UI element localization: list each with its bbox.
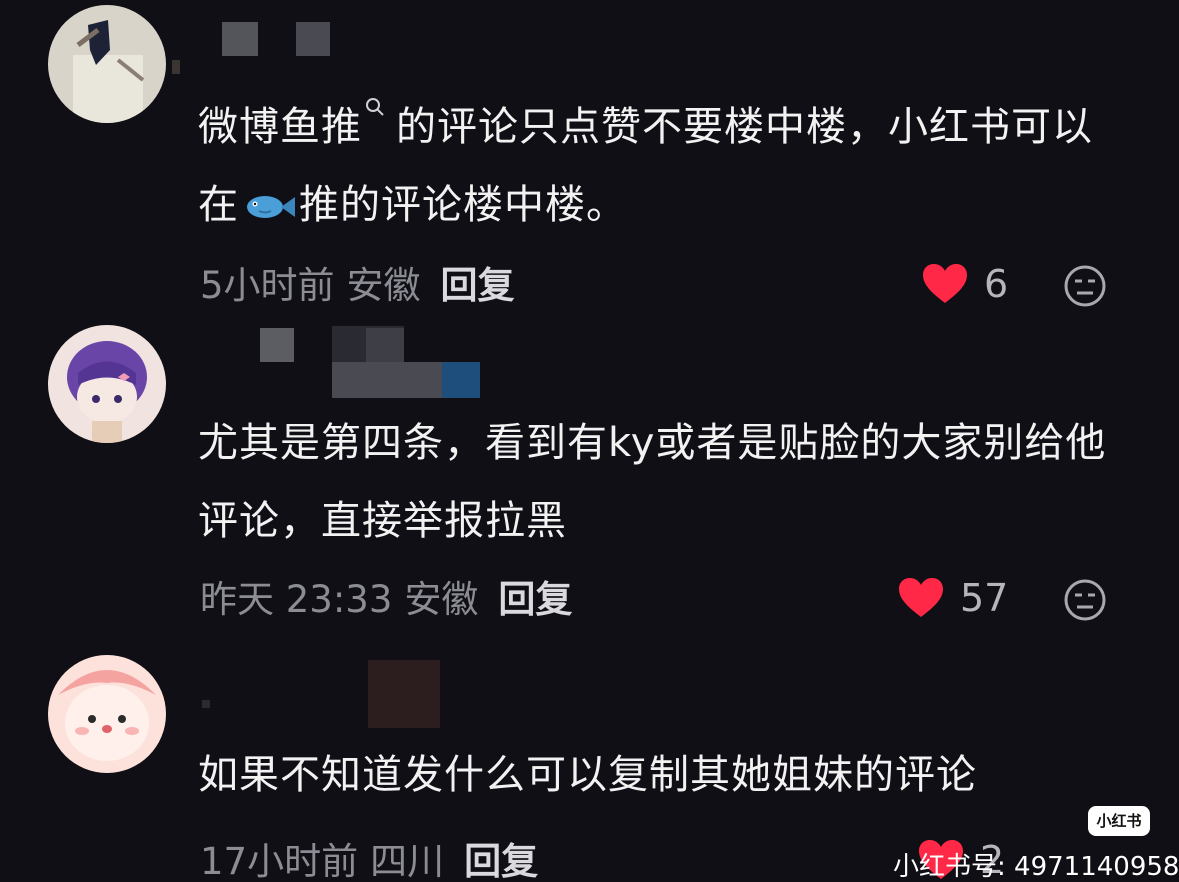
comment-meta: 5小时前 安徽 回复 (200, 264, 515, 308)
search-icon[interactable] (364, 96, 386, 118)
redacted-username (296, 22, 330, 56)
dislike-button[interactable] (1063, 264, 1107, 308)
redacted-mark (202, 700, 210, 708)
redacted-username (260, 328, 294, 362)
comment-location: 安徽 (346, 264, 421, 307)
heart-icon (923, 264, 967, 303)
watermark-text: 小红书号: 4971140958O (893, 852, 1179, 882)
comment-feed: 微博鱼推 的评论只点赞不要楼中楼，小红书可以在 推的评论楼中楼。 5小时前 安徽 回复 … (0, 0, 1179, 882)
avatar[interactable] (48, 325, 166, 443)
comment-meta: 17小时前 四川 回复 (200, 840, 538, 882)
neutral-face-icon (1064, 579, 1106, 621)
reply-button[interactable]: 回复 (498, 578, 572, 621)
comment-location: 四川 (370, 840, 445, 882)
avatar[interactable] (48, 5, 166, 123)
comment-time: 5小时前 (200, 264, 335, 307)
heart-icon (899, 578, 943, 617)
comment-text: 尤其是第四条，看到有ky或者是贴脸的大家别给他评论，直接举报拉黑 (198, 420, 1107, 544)
neutral-face-icon (1064, 265, 1106, 307)
comment-text: 如果不知道发什么可以复制其她姐妹的评论 (198, 752, 977, 798)
like-count: 57 (960, 576, 1009, 620)
avatar[interactable] (48, 655, 166, 773)
comment-text: 微博鱼推 的评论只点赞不要楼中楼，小红书可以在 推的评论楼中楼。 (198, 88, 1128, 244)
like-button[interactable]: 6 (922, 262, 1008, 306)
redacted-username (442, 362, 480, 398)
like-button[interactable]: 57 (898, 576, 1008, 620)
redacted-username (222, 22, 258, 56)
comment-meta: 昨天 23:33 安徽 回复 (200, 578, 572, 622)
xiaohongshu-logo: 小红书 (1088, 806, 1150, 836)
fish-emoji-icon (247, 196, 295, 218)
redacted-username (366, 328, 404, 362)
redacted-username (332, 362, 442, 398)
comment-location: 安徽 (404, 578, 479, 621)
like-count: 6 (984, 262, 1009, 306)
redacted-username (368, 660, 440, 728)
reply-button[interactable]: 回复 (464, 840, 538, 882)
redacted-mark (172, 60, 180, 74)
comment-time: 17小时前 (200, 840, 359, 882)
comment-time: 昨天 23:33 (200, 578, 393, 621)
reply-button[interactable]: 回复 (441, 264, 515, 307)
dislike-button[interactable] (1063, 578, 1107, 622)
